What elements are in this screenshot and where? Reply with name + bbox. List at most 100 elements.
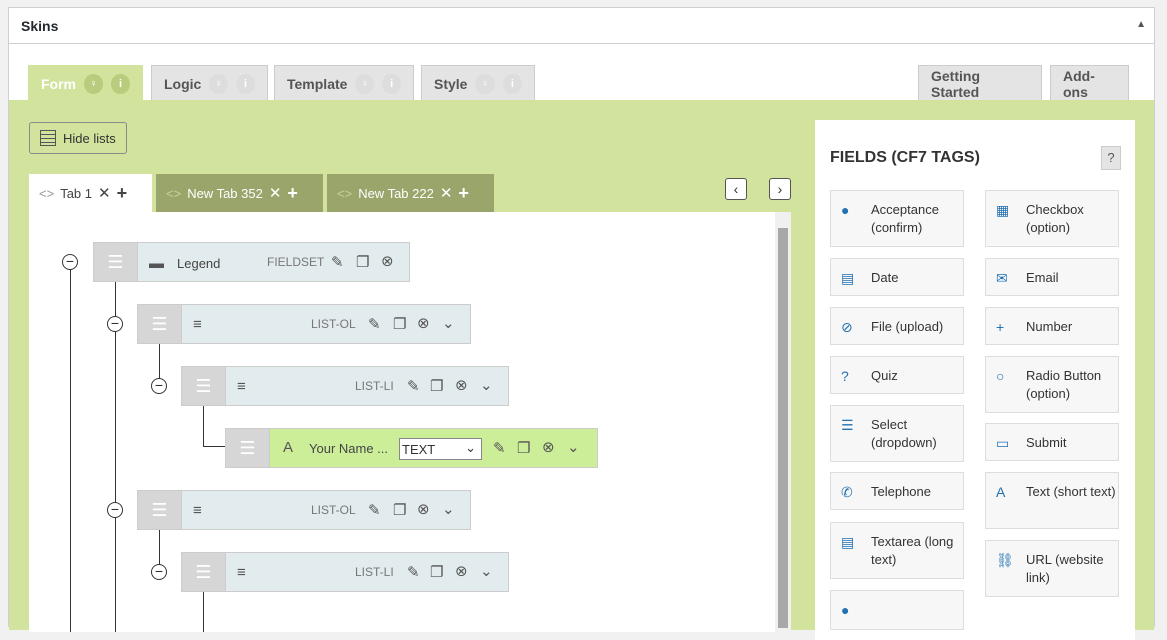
info-icon[interactable]: i <box>111 73 130 94</box>
field-button-url[interactable]: ⛓ URL (website link) <box>985 540 1119 597</box>
tab-style[interactable]: Style ♀ i <box>421 65 535 101</box>
lightbulb-icon[interactable]: ♀ <box>209 73 229 94</box>
add-icon[interactable]: + <box>458 183 469 204</box>
textarea-icon: ▤ <box>841 534 855 550</box>
list-li-node[interactable]: ☰ ≡ LIST-LI ✎ ❐ ⊗ ⌄ <box>181 552 509 592</box>
help-button[interactable]: ? <box>1101 146 1121 170</box>
field-button-textarea[interactable]: ▤ Textarea (long text) <box>830 522 964 579</box>
lightbulb-icon[interactable]: ♀ <box>355 73 375 94</box>
tab-logic[interactable]: Logic ♀ i <box>151 65 268 101</box>
info-icon[interactable]: i <box>502 73 522 94</box>
info-icon[interactable]: i <box>236 73 255 94</box>
edit-icon[interactable]: ✎ <box>407 377 420 395</box>
field-button-acceptance[interactable]: ● Acceptance (confirm) <box>830 190 964 247</box>
scrollbar[interactable] <box>775 212 791 632</box>
drag-handle-icon[interactable]: ☰ <box>182 367 226 405</box>
prev-tab-button[interactable]: ‹ <box>725 178 747 200</box>
copy-icon[interactable]: ❐ <box>517 439 530 457</box>
field-button-text[interactable]: A Text (short text) <box>985 472 1119 529</box>
chevron-down-icon[interactable]: ⌄ <box>442 500 455 518</box>
ordered-list-icon: ≡ <box>193 316 202 333</box>
field-button-number[interactable]: + Number <box>985 307 1119 345</box>
chevron-down-icon[interactable]: ⌄ <box>442 314 455 332</box>
collapse-toggle-icon[interactable]: ▲ <box>1136 19 1146 30</box>
field-button-file[interactable]: ⊘ File (upload) <box>830 307 964 345</box>
field-button-checkbox[interactable]: ▦ Checkbox (option) <box>985 190 1119 247</box>
field-button-email[interactable]: ✉ Email <box>985 258 1119 296</box>
delete-icon[interactable]: ⊗ <box>542 438 555 456</box>
form-tab-1[interactable]: <> Tab 1 ✕ + <box>29 174 152 212</box>
collapse-toggle[interactable]: − <box>62 254 78 270</box>
field-button-date[interactable]: ▤ Date <box>830 258 964 296</box>
field-button-quiz[interactable]: ? Quiz <box>830 356 964 394</box>
field-button-submit[interactable]: ▭ Submit <box>985 423 1119 461</box>
tab-add-ons[interactable]: Add-ons <box>1050 65 1129 101</box>
collapse-toggle[interactable]: − <box>151 564 167 580</box>
drag-handle-icon[interactable]: ☰ <box>94 243 138 281</box>
edit-icon[interactable]: ✎ <box>368 501 381 519</box>
edit-icon[interactable]: ✎ <box>368 315 381 333</box>
close-icon[interactable]: ✕ <box>98 184 111 202</box>
chevron-down-icon[interactable]: ⌄ <box>480 376 493 394</box>
checkbox-grid-icon: ▦ <box>996 202 1010 218</box>
chevron-down-icon[interactable]: ⌄ <box>480 562 493 580</box>
delete-icon[interactable]: ⊗ <box>455 562 468 580</box>
field-button-label: Email <box>1026 270 1059 285</box>
drag-handle-icon[interactable]: ☰ <box>138 305 182 343</box>
copy-icon[interactable]: ❐ <box>393 315 406 333</box>
lightbulb-icon[interactable]: ♀ <box>475 73 495 94</box>
field-button-partial[interactable]: ● <box>830 590 964 630</box>
copy-icon[interactable]: ❐ <box>393 501 406 519</box>
chevron-down-icon[interactable]: ⌄ <box>567 438 580 456</box>
delete-icon[interactable]: ⊗ <box>381 252 394 270</box>
scrollbar-thumb[interactable] <box>778 228 788 628</box>
copy-icon[interactable]: ❐ <box>430 377 443 395</box>
field-button-label: Radio Button (option) <box>1026 368 1102 401</box>
drag-handle-icon[interactable]: ☰ <box>182 553 226 591</box>
tree-line <box>203 446 225 447</box>
edit-icon[interactable]: ✎ <box>331 253 344 271</box>
add-icon[interactable]: + <box>117 183 128 204</box>
next-tab-button[interactable]: › <box>769 178 791 200</box>
add-icon[interactable]: + <box>287 183 298 204</box>
drag-handle-icon[interactable]: ☰ <box>138 491 182 529</box>
close-icon[interactable]: ✕ <box>269 184 282 202</box>
form-editor-area: Hide lists <> Tab 1 ✕ + <> New Tab 352 ✕… <box>9 100 1154 640</box>
copy-icon[interactable]: ❐ <box>356 253 369 271</box>
delete-icon[interactable]: ⊗ <box>455 376 468 394</box>
edit-icon[interactable]: ✎ <box>407 563 420 581</box>
form-tab-2[interactable]: <> New Tab 352 ✕ + <box>156 174 323 212</box>
field-button-label: Telephone <box>871 484 931 499</box>
lightbulb-icon[interactable]: ♀ <box>84 73 103 94</box>
hide-lists-button[interactable]: Hide lists <box>29 122 127 154</box>
tab-getting-started[interactable]: Getting Started <box>918 65 1042 101</box>
tab-template[interactable]: Template ♀ i <box>274 65 414 101</box>
drag-handle-icon[interactable]: ☰ <box>226 429 270 467</box>
list-li-node[interactable]: ☰ ≡ LIST-LI ✎ ❐ ⊗ ⌄ <box>181 366 509 406</box>
folder-icon: ▬ <box>149 255 164 272</box>
text-field-node[interactable]: ☰ A Your Name ... TEXT ⌄ ✎ ❐ ⊗ ⌄ <box>225 428 598 468</box>
hide-lists-label: Hide lists <box>63 130 116 146</box>
list-ol-node[interactable]: ☰ ≡ LIST-OL ✎ ❐ ⊗ ⌄ <box>137 304 471 344</box>
list-ol-node[interactable]: ☰ ≡ LIST-OL ✎ ❐ ⊗ ⌄ <box>137 490 471 530</box>
info-icon[interactable]: i <box>382 73 401 94</box>
form-tab-3[interactable]: <> New Tab 222 ✕ + <box>327 174 494 212</box>
delete-icon[interactable]: ⊗ <box>417 314 430 332</box>
form-tab-label: Tab 1 <box>60 185 92 201</box>
copy-icon[interactable]: ❐ <box>430 563 443 581</box>
delete-icon[interactable]: ⊗ <box>417 500 430 518</box>
collapse-toggle[interactable]: − <box>107 316 123 332</box>
tab-form[interactable]: Form ♀ i <box>28 65 143 101</box>
edit-icon[interactable]: ✎ <box>493 439 506 457</box>
field-button-telephone[interactable]: ✆ Telephone <box>830 472 964 510</box>
tree-line <box>115 282 116 632</box>
field-type-select[interactable]: TEXT ⌄ <box>399 438 482 460</box>
close-icon[interactable]: ✕ <box>440 184 453 202</box>
collapse-toggle[interactable]: − <box>151 378 167 394</box>
field-button-label: Number <box>1026 319 1073 334</box>
ordered-list-icon: ≡ <box>193 502 202 519</box>
collapse-toggle[interactable]: − <box>107 502 123 518</box>
field-button-select[interactable]: ☰ Select (dropdown) <box>830 405 964 462</box>
field-button-radio[interactable]: ○ Radio Button (option) <box>985 356 1119 413</box>
fieldset-node[interactable]: ☰ ▬ Legend FIELDSET ✎ ❐ ⊗ <box>93 242 410 282</box>
